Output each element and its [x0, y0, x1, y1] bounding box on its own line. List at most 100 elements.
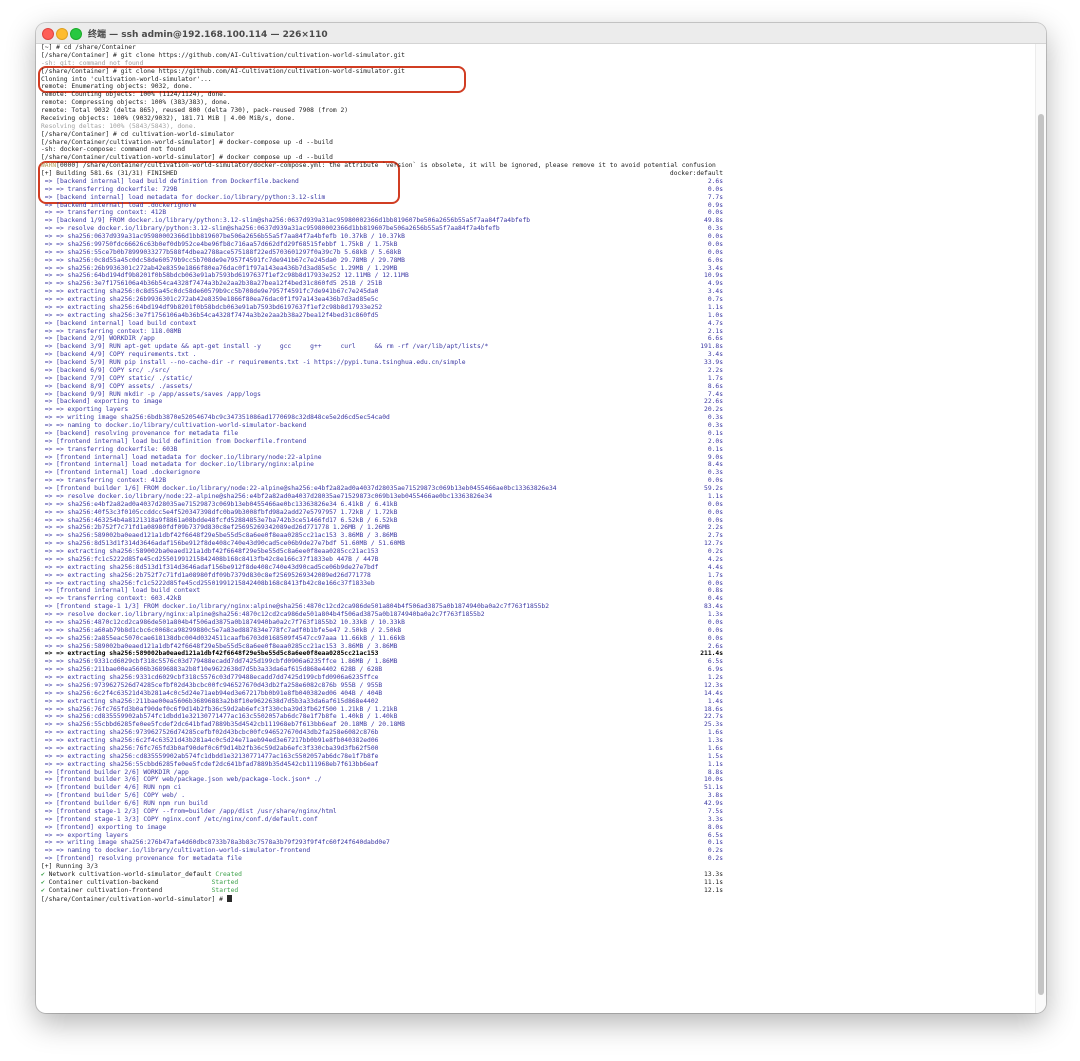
- line-text: => => extracting sha256:9331cd6029cbf318…: [41, 674, 681, 682]
- line-text: [/share/Container] # cd cultivation-worl…: [41, 131, 681, 139]
- line-content: => => extracting sha256:8d513d1f314d3646…: [41, 563, 379, 571]
- line-text: => => sha256:fc1c5222d85fe45cd2550199121…: [41, 556, 681, 564]
- line-content: => => sha256:99750fdc66626c63b0ef0db952c…: [41, 240, 398, 248]
- terminal-line: => => sha256:55ce7b0b78999033277b588f4db…: [41, 249, 1036, 257]
- terminal-line: ✔ Container cultivation-frontend Started…: [41, 887, 1036, 895]
- duration: 4.9s: [707, 280, 723, 288]
- duration: docker:default: [669, 170, 723, 177]
- duration: 3.3s: [707, 815, 723, 823]
- line-content: => => sha256:0c8d55a45c0dc58de60579b9cc5…: [41, 256, 405, 264]
- line-text: => [backend 7/9] COPY static/ ./static/: [41, 375, 681, 383]
- prompt-line[interactable]: [/share/Container/cultivation-world-simu…: [41, 894, 1036, 903]
- line-text: => [backend 9/9] RUN mkdir -p /app/asset…: [41, 391, 681, 399]
- terminal-line: => [backend 9/9] RUN mkdir -p /app/asset…: [41, 391, 1036, 399]
- terminal-line: => => sha256:40f53c3f0105ccddcc5e4f52034…: [41, 509, 1036, 517]
- line-content: [0000] /share/Container/cultivation-worl…: [56, 162, 716, 170]
- line-text: ✔ Network cultivation-world-simulator_de…: [41, 871, 681, 879]
- duration: 0.2s: [707, 548, 723, 555]
- line-text: => [frontend internal] load build defini…: [41, 438, 681, 446]
- duration: 6.0s: [707, 256, 723, 264]
- terminal-line: => => sha256:fc1c5222d85fe45cd2550199121…: [41, 556, 1036, 564]
- line-content: => [frontend stage-1 2/3] COPY --from=bu…: [41, 807, 337, 815]
- titlebar: 终端 — ssh admin@192.168.100.114 — 226×110: [36, 23, 1046, 44]
- terminal-line: => => transferring dockerfile: 603B 0.1s: [41, 446, 1036, 454]
- terminal-line: => => extracting sha256:0c8d55a45c0dc58d…: [41, 288, 1036, 296]
- line-content: => => sha256:55ce7b0b78999033277b588f4db…: [41, 248, 402, 256]
- line-content: [~] # cd /share/Container: [41, 44, 136, 51]
- line-content: [+] Building 581.6s (31/31) FINISHED: [41, 170, 178, 177]
- line-text: => [frontend] exporting to image: [41, 824, 681, 832]
- line-content: Container cultivation-frontend: [48, 886, 212, 894]
- terminal-line: => [backend 4/9] COPY requirements.txt .…: [41, 351, 1036, 359]
- line-text: => [backend internal] load metadata for …: [41, 194, 681, 202]
- line-text: => [backend] resolving provenance for me…: [41, 430, 681, 438]
- line-content: [/share/Container] # git clone https://g…: [41, 67, 405, 75]
- duration: 14.4s: [704, 689, 723, 697]
- line-text: => => sha256:3e7f1756106a4b36b54ca4328f7…: [41, 280, 681, 288]
- duration: 0.1s: [707, 839, 723, 847]
- terminal-line: ✔ Container cultivation-backend Started 1…: [41, 879, 1036, 887]
- duration: 51.1s: [704, 784, 723, 792]
- duration: 0.0s: [707, 618, 723, 626]
- line-text: [+] Building 581.6s (31/31) FINISHED: [41, 170, 681, 178]
- terminal-line: => [backend internal] load metadata for …: [41, 194, 1036, 202]
- zoom-icon[interactable]: [70, 28, 82, 40]
- line-text: [/share/Container/cultivation-world-simu…: [41, 139, 681, 147]
- duration: 0.7s: [707, 296, 723, 303]
- line-text: => => transferring dockerfile: 603B: [41, 446, 681, 454]
- duration: 0.3s: [707, 422, 723, 429]
- terminal-line: => [backend internal] load .dockerignore…: [41, 202, 1036, 210]
- minimize-icon[interactable]: [56, 28, 68, 40]
- duration: 8.6s: [707, 382, 723, 390]
- terminal-line: => [frontend stage-1 2/3] COPY --from=bu…: [41, 808, 1036, 816]
- close-icon[interactable]: [42, 28, 54, 40]
- line-content: => => sha256:3e7f1756106a4b36b54ca4328f7…: [41, 280, 383, 288]
- terminal-line: => [frontend builder 6/6] RUN npm run bu…: [41, 800, 1036, 808]
- line-text: [/share/Container] # git clone https://g…: [41, 52, 681, 60]
- line-text: remote: Compressing objects: 100% (383/3…: [41, 99, 681, 107]
- line-text: Resolving deltas: 100% (5843/5843), done…: [41, 123, 681, 131]
- line-text: => [frontend builder 4/6] RUN npm ci: [41, 784, 681, 792]
- line-content: Cloning into 'cultivation-world-simulato…: [41, 75, 212, 83]
- terminal-line: => [backend 7/9] COPY static/ ./static/1…: [41, 375, 1036, 383]
- line-content: => => transferring dockerfile: 729B: [41, 185, 178, 193]
- line-text: => [backend 6/9] COPY src/ ./src/: [41, 367, 681, 375]
- duration: 0.3s: [707, 414, 723, 422]
- terminal-line: => => resolve docker.io/library/python:3…: [41, 225, 1036, 233]
- line-content: => => extracting sha256:2b752f7c71fd1a08…: [41, 571, 371, 579]
- duration: 8.0s: [707, 823, 723, 831]
- duration: 2.0s: [707, 437, 723, 445]
- line-content: => => extracting sha256:9331cd6029cbf318…: [41, 674, 379, 681]
- terminal-line: => => extracting sha256:26b9936301c272ab…: [41, 296, 1036, 304]
- line-content: remote: Enumerating objects: 9032, done.: [41, 83, 193, 91]
- line-text: [/share/Container] # git clone https://g…: [41, 68, 681, 76]
- scrollbar[interactable]: [1035, 44, 1046, 1013]
- line-text: => => exporting layers: [41, 832, 681, 840]
- terminal-line: => => exporting layers 20.2s: [41, 406, 1036, 414]
- terminal-line: => => sha256:a60ab79b8d1cbc6c0068ca98299…: [41, 627, 1036, 635]
- duration: 1.3s: [707, 737, 723, 744]
- line-content: => => extracting sha256:589002ba0eaed121…: [41, 650, 379, 658]
- terminal-line: => => sha256:9331cd6029cbf318c5576c03d77…: [41, 658, 1036, 666]
- terminal-line: => => writing image sha256:276b47afa4d60…: [41, 839, 1036, 847]
- line-text: => => extracting sha256:55cbbd6285fe0ee5…: [41, 761, 681, 769]
- scrollbar-thumb[interactable]: [1038, 114, 1044, 995]
- line-text: => => sha256:76fc765fd3b0af90def0c6f9d14…: [41, 706, 681, 714]
- terminal-line: Cloning into 'cultivation-world-simulato…: [41, 76, 1036, 84]
- terminal-line: => => sha256:26b9936301c272ab42e8359e186…: [41, 265, 1036, 273]
- duration: 0.0s: [707, 209, 723, 217]
- terminal-output[interactable]: [~] # cd /share/Container [/share/Contain…: [36, 44, 1036, 1013]
- duration: 1.2s: [707, 674, 723, 681]
- line-content: => => extracting sha256:211bae00ea5606b3…: [41, 697, 379, 705]
- line-content: => [backend 3/9] RUN apt-get update && a…: [41, 343, 489, 351]
- terminal-line: [+] Running 3/3: [41, 863, 1036, 871]
- line-text: ✔ Container cultivation-backend Started: [41, 879, 681, 887]
- duration: 3.8s: [707, 792, 723, 800]
- duration: 0.1s: [707, 429, 723, 437]
- terminal-line: => => exporting layers 6.5s: [41, 832, 1036, 840]
- line-content: => [backend 4/9] COPY requirements.txt .: [41, 351, 197, 359]
- line-text: => => extracting sha256:fc1c5222d85fe45c…: [41, 580, 681, 588]
- line-text: WARN[0000] /share/Container/cultivation-…: [41, 162, 716, 170]
- line-text: => => extracting sha256:6c2f4c63521d43b2…: [41, 737, 681, 745]
- terminal-line: => => extracting sha256:211bae00ea5606b3…: [41, 698, 1036, 706]
